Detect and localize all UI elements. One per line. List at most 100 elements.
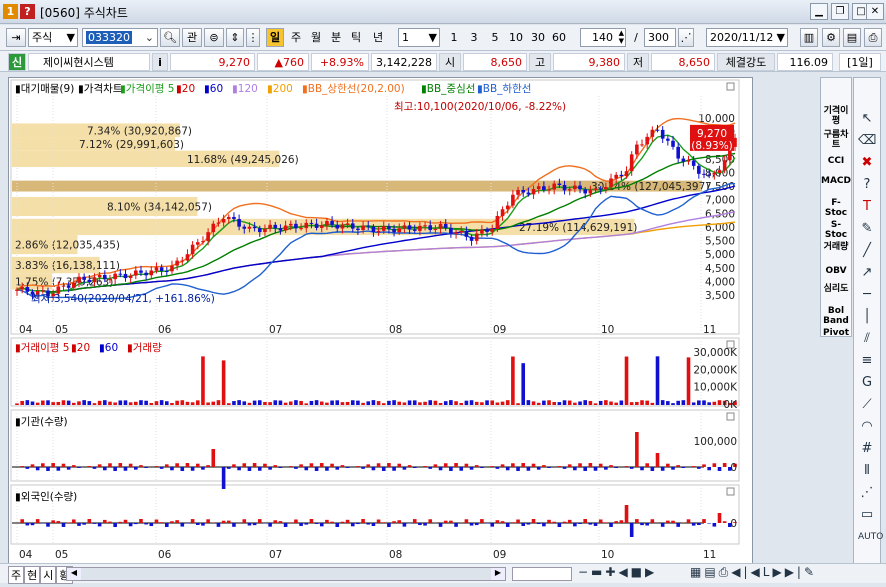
channel-icon[interactable]: ⫽ bbox=[858, 328, 876, 350]
candle-body bbox=[128, 275, 133, 279]
foreign-bar bbox=[356, 523, 360, 525]
sync-icon[interactable]: ⊜ bbox=[204, 28, 224, 47]
auto-icon[interactable]: AUTO bbox=[858, 526, 883, 548]
period-minute[interactable]: 분 bbox=[328, 28, 344, 47]
foreign-bar bbox=[645, 523, 649, 526]
indicator-macd[interactable]: MACD bbox=[821, 176, 851, 186]
market-select[interactable]: 주식 ▼ bbox=[28, 28, 78, 47]
interval-60[interactable]: 60 bbox=[550, 28, 568, 47]
period-month[interactable]: 월 bbox=[308, 28, 324, 47]
zoom-buttons[interactable]: −▬✚◀■▶ bbox=[578, 565, 657, 579]
foreign-bar bbox=[66, 522, 71, 523]
fibonacci-icon[interactable]: ≡ bbox=[858, 350, 876, 372]
volume-bar bbox=[273, 400, 278, 405]
volume-bar bbox=[299, 400, 303, 405]
volume-bar bbox=[583, 400, 588, 405]
export-buttons[interactable]: ▦▤⎙◀|◀L▶▶|✎ bbox=[690, 565, 817, 580]
candle-body bbox=[485, 229, 489, 232]
indicator-cci[interactable]: CCI bbox=[821, 156, 851, 166]
print-icon[interactable]: ⎙ bbox=[864, 28, 882, 47]
indicator-bollinger[interactable]: Bol Band bbox=[821, 306, 851, 326]
volume-bar bbox=[619, 400, 624, 405]
hline-icon[interactable]: ─ bbox=[858, 284, 876, 306]
candle-body bbox=[526, 192, 531, 195]
interval-select[interactable]: 1 ▼ bbox=[398, 28, 440, 47]
cursor-icon[interactable]: ↖ bbox=[858, 108, 876, 130]
total-input[interactable]: 300 bbox=[644, 28, 676, 47]
volume-bar bbox=[433, 400, 438, 405]
interval-30[interactable]: 30 bbox=[529, 28, 547, 47]
interest-button[interactable]: 관 bbox=[182, 28, 202, 47]
indicator-pivot[interactable]: Pivot bbox=[821, 328, 851, 338]
grid-icon[interactable]: # bbox=[858, 438, 876, 460]
cycle-icon[interactable]: ⦀ bbox=[858, 460, 876, 482]
foreign-bar bbox=[278, 521, 283, 523]
minimize-icon[interactable]: ▁ bbox=[810, 3, 828, 20]
chart-svg[interactable]: 7.34% (30,920,867) 7.12% (29,991,603)11.6… bbox=[9, 78, 754, 565]
foreign-bar bbox=[598, 519, 603, 523]
volume-bar bbox=[712, 401, 717, 405]
code-input[interactable]: 033320 ⌄ bbox=[82, 28, 158, 47]
interval-10[interactable]: 10 bbox=[507, 28, 525, 47]
speed-icon[interactable]: ⋰ bbox=[858, 482, 876, 504]
zoom-slider[interactable] bbox=[512, 567, 572, 581]
gann-icon[interactable]: G bbox=[858, 372, 876, 394]
period-year[interactable]: 년 bbox=[370, 28, 386, 47]
settings-icon[interactable]: ⚙ bbox=[822, 28, 840, 47]
candle-body bbox=[697, 165, 701, 174]
date-input[interactable]: 2020/11/12 ▼ bbox=[706, 28, 788, 47]
help-icon[interactable]: ? bbox=[20, 4, 35, 19]
rect-icon[interactable]: ▭ bbox=[858, 504, 876, 526]
window-number-icon[interactable]: 1 bbox=[3, 4, 18, 19]
save-icon[interactable]: ▤ bbox=[843, 28, 861, 47]
close-icon[interactable]: ✕ bbox=[866, 3, 884, 20]
candle-body bbox=[381, 226, 386, 231]
spin-icon[interactable]: ⇕ bbox=[226, 28, 244, 47]
line-icon[interactable]: ╱ bbox=[858, 240, 876, 262]
indicator-obv[interactable]: OBV bbox=[821, 266, 851, 276]
pen-icon[interactable]: ✎ bbox=[858, 218, 876, 240]
interval-3[interactable]: 3 bbox=[466, 28, 482, 47]
scroll-right-icon[interactable]: ▶ bbox=[491, 568, 505, 580]
tab-ju[interactable]: 주 bbox=[8, 566, 25, 584]
indicator-ma[interactable]: 기격이평 bbox=[821, 106, 851, 126]
vline-icon[interactable]: │ bbox=[858, 306, 876, 328]
expand-icon[interactable]: ⋮ bbox=[246, 28, 260, 47]
search-icon[interactable]: 🔍︎ bbox=[160, 28, 180, 47]
question-icon[interactable]: ? bbox=[858, 174, 876, 196]
inst-bar bbox=[588, 463, 593, 467]
period-tick[interactable]: 틱 bbox=[348, 28, 364, 47]
zoom-icon[interactable]: ⋰ bbox=[678, 28, 694, 47]
chart-icon[interactable]: ▥ bbox=[800, 28, 818, 47]
volume-bar bbox=[87, 401, 92, 405]
tab-hyun[interactable]: 현 bbox=[24, 566, 41, 584]
period-week[interactable]: 주 bbox=[288, 28, 304, 47]
info-icon[interactable]: i bbox=[152, 53, 168, 71]
link-arrow-icon[interactable]: ⇥ bbox=[6, 28, 26, 47]
count-input[interactable]: 140 ▲ ▼ bbox=[580, 28, 626, 47]
interval-5[interactable]: 5 bbox=[487, 28, 503, 47]
delete-all-icon[interactable]: ✖ bbox=[858, 152, 876, 174]
tab-si[interactable]: 시 bbox=[40, 566, 57, 584]
foreign-bar bbox=[56, 521, 61, 523]
interval-1[interactable]: 1 bbox=[446, 28, 462, 47]
period-day[interactable]: 일 bbox=[266, 28, 284, 47]
ray-icon[interactable]: ↗ bbox=[858, 262, 876, 284]
candle-body bbox=[180, 260, 185, 262]
erase-icon[interactable]: ⌫ bbox=[858, 130, 876, 152]
indicator-psy[interactable]: 심리도 bbox=[821, 284, 851, 294]
text-tool-icon[interactable]: T bbox=[858, 196, 876, 218]
horizontal-scrollbar[interactable]: ◀ ▶ bbox=[66, 567, 506, 581]
indicator-fstoc[interactable]: F-Stoc bbox=[821, 198, 851, 218]
indicator-volume[interactable]: 거래량 bbox=[821, 242, 851, 252]
fan-icon[interactable]: ⟋ bbox=[858, 394, 876, 416]
indicator-ichimoku[interactable]: 구름차트 bbox=[821, 130, 851, 150]
chart-area[interactable]: 7.34% (30,920,867) 7.12% (29,991,603) 11.6… bbox=[8, 77, 753, 564]
scroll-left-icon[interactable]: ◀ bbox=[67, 568, 81, 580]
x-tick-top: 10 bbox=[601, 324, 614, 336]
indicator-sstoc[interactable]: S-Stoc bbox=[821, 220, 851, 240]
arc-icon[interactable]: ◠ bbox=[858, 416, 876, 438]
restore-icon[interactable]: ❐ bbox=[831, 3, 849, 20]
foreign-bar bbox=[247, 523, 252, 526]
volume-bar bbox=[123, 400, 128, 405]
